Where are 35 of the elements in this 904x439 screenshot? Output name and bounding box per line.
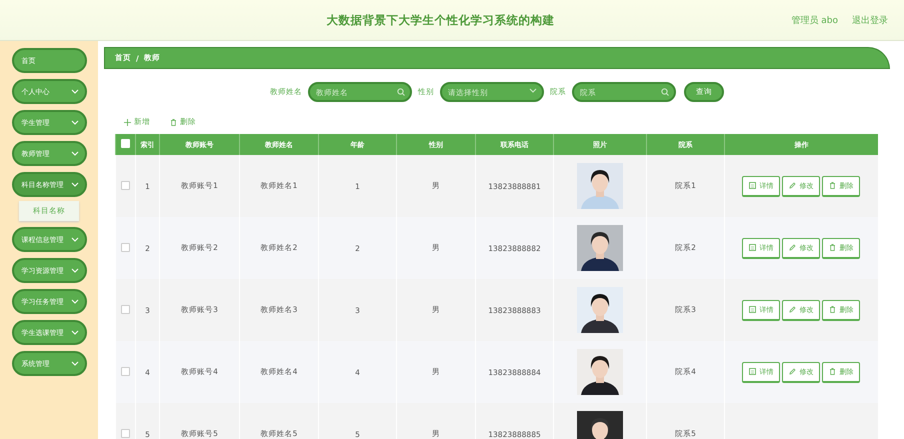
chevron-down-icon: [70, 268, 78, 272]
chevron-down-icon: [70, 360, 78, 366]
chevron-down-icon: [70, 88, 78, 94]
trash-icon: [829, 306, 836, 313]
trash-icon: [829, 182, 836, 189]
row-checkbox[interactable]: [121, 428, 130, 438]
edit-icon: [789, 368, 796, 375]
edit-icon: [789, 306, 796, 313]
trash-icon: [829, 368, 836, 375]
row-checkbox[interactable]: [121, 242, 130, 252]
user-label: 管理员 abo: [791, 14, 838, 26]
row-checkbox[interactable]: [121, 366, 130, 376]
edit-icon: [789, 182, 796, 189]
search-icon: [661, 88, 669, 96]
select-all-checkbox[interactable]: [121, 139, 130, 148]
document-icon: [749, 182, 756, 189]
edit-icon: [789, 244, 796, 251]
chevron-down-icon: [70, 298, 78, 304]
search-icon: [397, 88, 405, 96]
chevron-down-icon: [70, 120, 78, 124]
document-icon: [749, 368, 756, 375]
chevron-down-icon: [70, 182, 78, 186]
chevron-down-icon: [70, 236, 78, 242]
app-title: 大数据背景下大学生个性化学习系统的构建: [326, 12, 556, 28]
document-icon: [749, 306, 756, 313]
chevron-down-icon: [70, 330, 78, 334]
row-checkbox[interactable]: [121, 304, 130, 314]
chevron-down-icon: [529, 88, 537, 93]
trash-icon: [170, 118, 177, 126]
document-icon: [749, 244, 756, 251]
plus-icon: [124, 118, 131, 126]
row-checkbox[interactable]: [121, 180, 130, 190]
chevron-down-icon: [70, 150, 78, 156]
logout-link[interactable]: 退出登录: [852, 14, 888, 26]
trash-icon: [829, 244, 836, 251]
